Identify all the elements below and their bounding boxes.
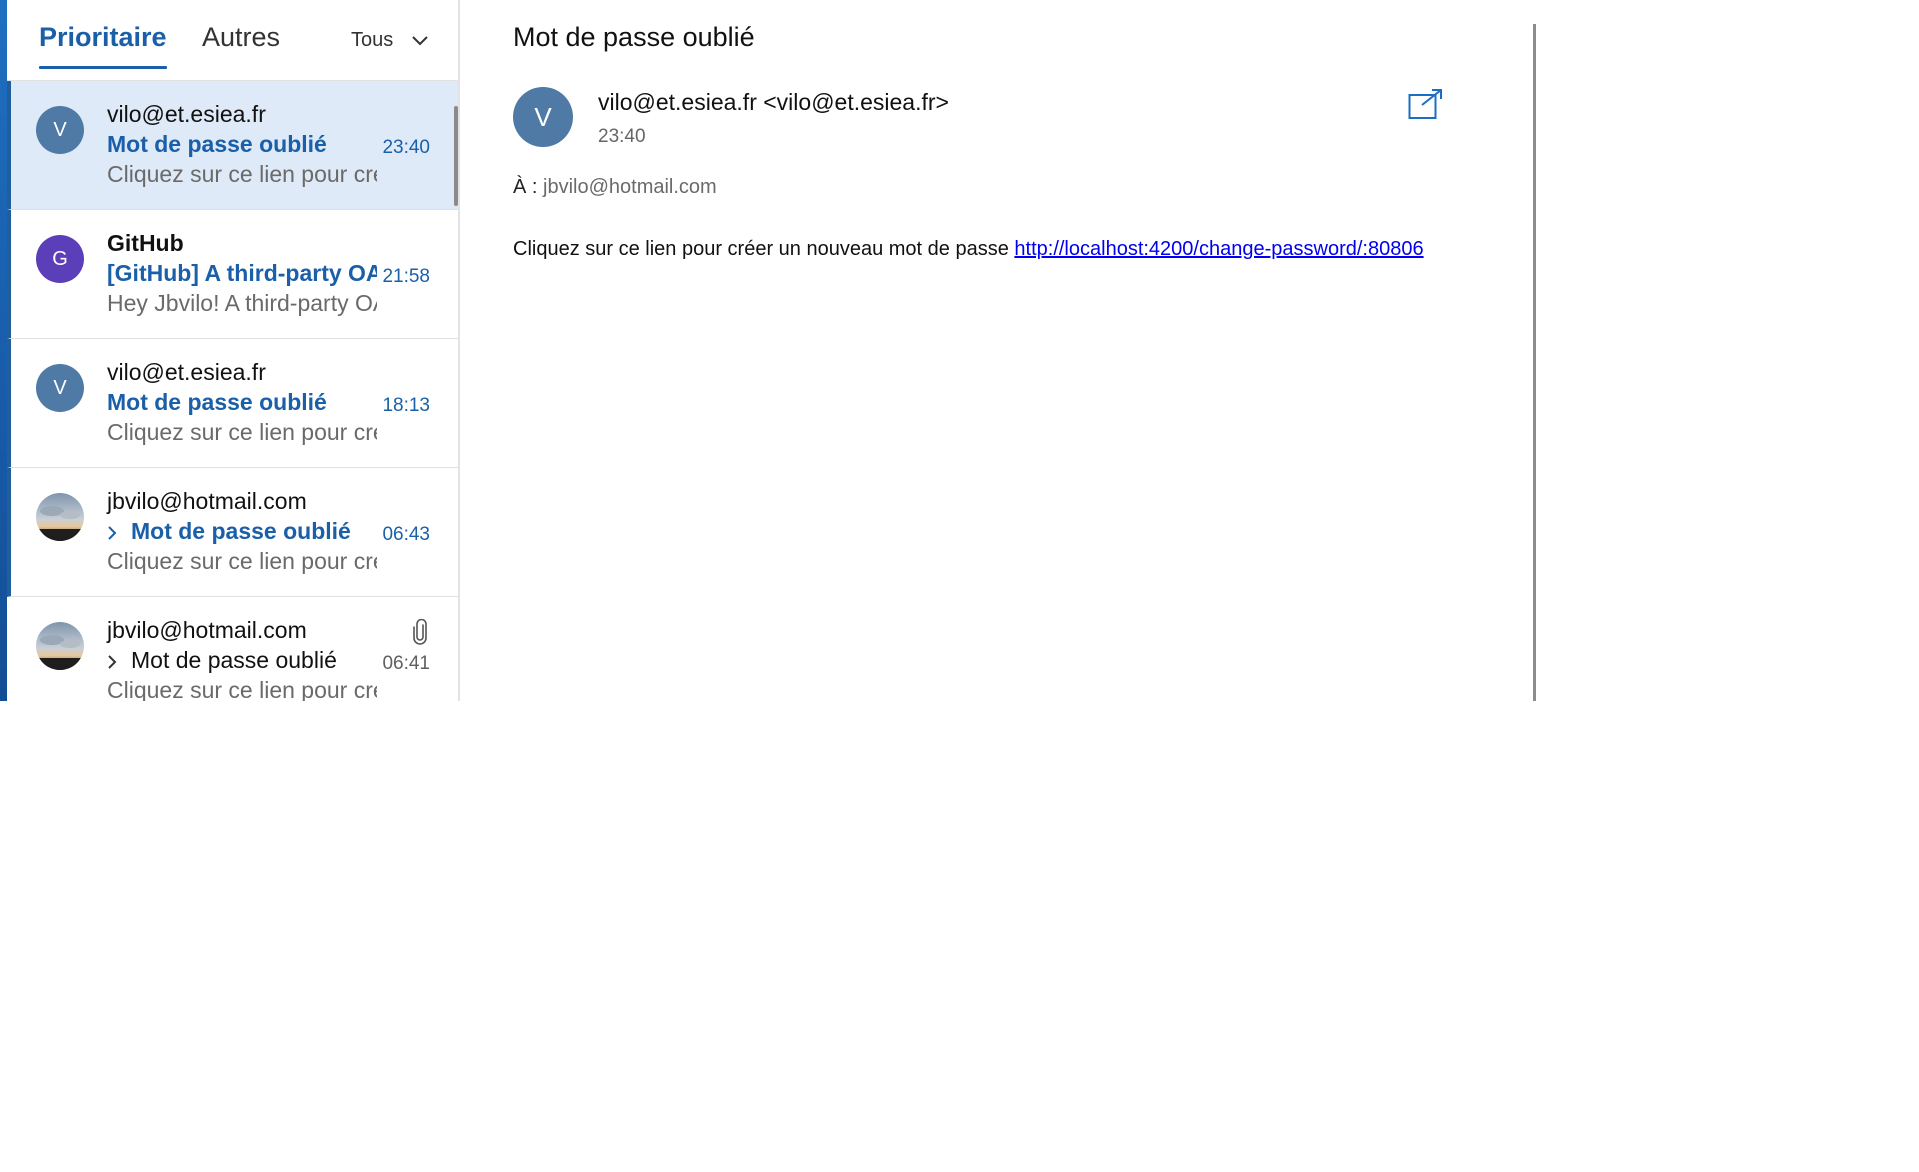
app-accent-strip	[0, 0, 7, 701]
message-subject: Mot de passe oublié	[107, 647, 377, 674]
body-text: Cliquez sur ce lien pour créer un nouvea…	[513, 238, 1009, 260]
message-subject: Mot de passe oublié	[107, 389, 327, 415]
paperclip-icon	[413, 619, 427, 645]
tab-other[interactable]: Autres	[202, 22, 280, 53]
filter-label: Tous	[351, 29, 394, 51]
message-subject: Mot de passe oublié	[107, 131, 327, 157]
inbox-tabs: Prioritaire Autres Tous	[7, 0, 458, 81]
scrollbar-thumb[interactable]	[454, 106, 458, 206]
chevron-right-icon[interactable]	[107, 525, 121, 541]
message-sender: GitHub	[107, 230, 184, 256]
email-time: 23:40	[598, 126, 646, 147]
email-recipients: À : jbvilo@hotmail.com	[513, 176, 717, 199]
to-label: À :	[513, 176, 538, 198]
message-sender: jbvilo@hotmail.com	[107, 617, 307, 643]
message-time: 23:40	[382, 137, 430, 158]
message-subject: [GitHub] A third-party OAuth application	[107, 260, 377, 286]
message-time: 18:13	[382, 395, 430, 416]
tab-focused[interactable]: Prioritaire	[39, 22, 167, 69]
filter-dropdown[interactable]: Tous	[351, 29, 429, 52]
landscape-photo-icon	[36, 493, 84, 541]
avatar	[36, 622, 84, 670]
email-subject: Mot de passe oublié	[513, 22, 755, 52]
message-item[interactable]: V vilo@et.esiea.fr Mot de passe oublié C…	[7, 81, 458, 210]
avatar	[36, 493, 84, 541]
open-in-new-window-icon[interactable]	[1408, 88, 1444, 120]
message-sender: vilo@et.esiea.fr	[107, 359, 266, 385]
email-from[interactable]: vilo@et.esiea.fr <vilo@et.esiea.fr>	[598, 89, 949, 116]
avatar: G	[36, 235, 84, 283]
message-preview: Cliquez sur ce lien pour créer un nouvea…	[107, 161, 377, 187]
reset-password-link[interactable]: http://localhost:4200/change-password/:8…	[1014, 238, 1423, 260]
avatar: V	[36, 364, 84, 412]
message-list-pane: Prioritaire Autres Tous V vilo@et.esiea.…	[7, 0, 460, 701]
sender-avatar: V	[513, 87, 573, 147]
message-item[interactable]: jbvilo@hotmail.com Mot de passe oublié C…	[7, 597, 458, 701]
landscape-photo-icon	[36, 622, 84, 670]
message-time: 06:43	[382, 524, 430, 545]
reading-pane: Mot de passe oublié V vilo@et.esiea.fr <…	[460, 0, 1531, 701]
message-item[interactable]: V vilo@et.esiea.fr Mot de passe oublié C…	[7, 339, 458, 468]
message-subject: Mot de passe oublié	[107, 518, 377, 545]
mail-app: Prioritaire Autres Tous V vilo@et.esiea.…	[0, 0, 1919, 701]
message-sender: jbvilo@hotmail.com	[107, 488, 307, 514]
message-preview: Hey Jbvilo! A third-party OAuth applicat…	[107, 290, 377, 316]
avatar: V	[36, 106, 84, 154]
to-address[interactable]: jbvilo@hotmail.com	[543, 176, 717, 198]
message-sender: vilo@et.esiea.fr	[107, 101, 266, 127]
pane-divider[interactable]	[1533, 24, 1536, 701]
message-time: 06:41	[382, 653, 430, 674]
email-body: Cliquez sur ce lien pour créer un nouvea…	[513, 238, 1424, 261]
message-time: 21:58	[382, 266, 430, 287]
message-item[interactable]: jbvilo@hotmail.com Mot de passe oublié C…	[7, 468, 458, 597]
message-preview: Cliquez sur ce lien pour créer un nouvea…	[107, 548, 377, 574]
chevron-down-icon	[412, 35, 428, 45]
message-item[interactable]: G GitHub [GitHub] A third-party OAuth ap…	[7, 210, 458, 339]
chevron-right-icon[interactable]	[107, 654, 121, 670]
message-preview: Cliquez sur ce lien pour créer un nouvea…	[107, 677, 377, 701]
message-preview: Cliquez sur ce lien pour créer un nouvea…	[107, 419, 377, 445]
